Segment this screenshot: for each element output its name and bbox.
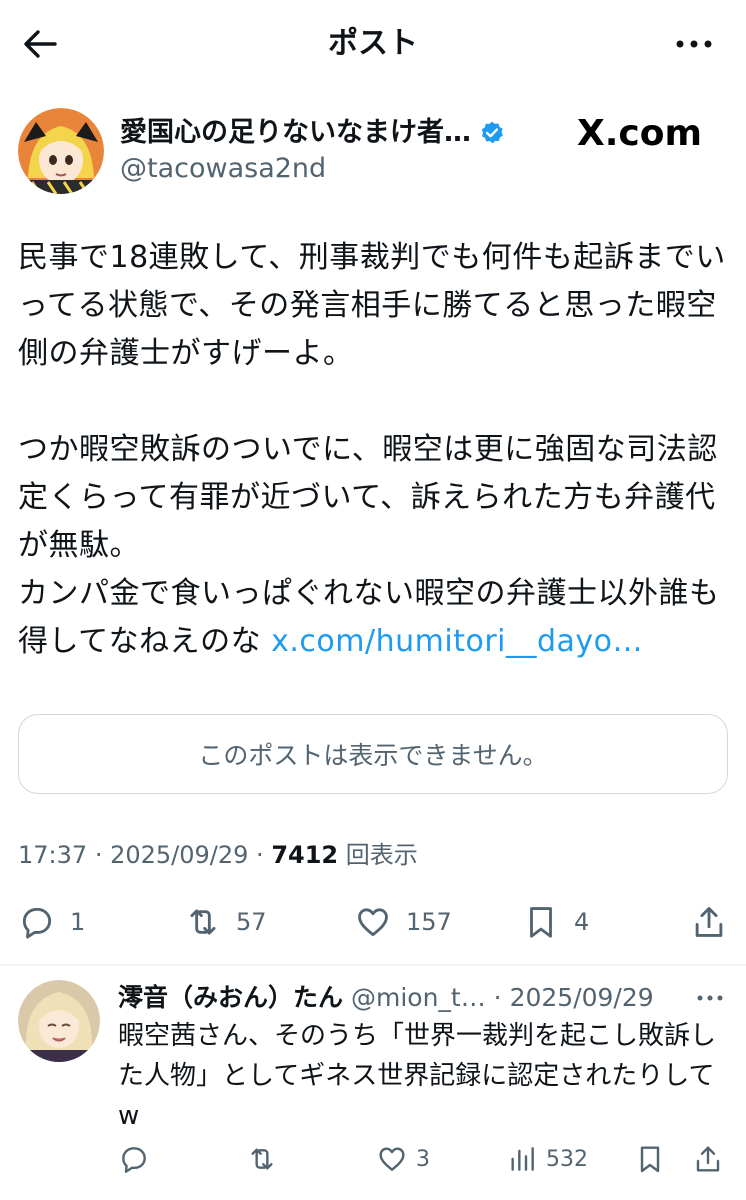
- reply-icon: [22, 907, 52, 939]
- reply-reply-button[interactable]: [118, 1136, 158, 1182]
- tweet-date[interactable]: 2025/09/29: [110, 841, 248, 869]
- tweet-text: 民事で18連敗して、刑事裁判でも何件も起訴までいってる状態で、その発言相手に勝て…: [18, 234, 730, 666]
- tweet-paragraph: つか暇空敗訴のついでに、暇空は更に強固な司法認定くらって有罪が近づいて、訴えられ…: [18, 426, 730, 666]
- reply-like-button[interactable]: 3: [376, 1136, 430, 1182]
- reply-views-button[interactable]: 532: [506, 1136, 588, 1182]
- analytics-icon: [511, 1147, 534, 1171]
- repost-button[interactable]: 57: [184, 894, 267, 950]
- reply-text: 暇空茜さん、そのうち「世界一裁判を起こし敗訴した人物」としてギネス世界記録に認定…: [118, 1021, 717, 1131]
- reply-icon: [122, 1147, 146, 1173]
- repost-count: 57: [236, 908, 267, 936]
- author-avatar[interactable]: [18, 108, 104, 194]
- more-horizontal-icon: [697, 995, 723, 1001]
- share-icon: [696, 1146, 720, 1172]
- reply-header: 澪音（みおん）たん @mion_t… · 2025/09/29: [118, 983, 654, 1012]
- author-display-name[interactable]: 愛国心の足りないなまけ者…: [120, 116, 471, 150]
- view-count-label: 回表示: [345, 841, 418, 869]
- tweet-paragraph: 民事で18連敗して、刑事裁判でも何件も起訴までいってる状態で、その発言相手に勝て…: [18, 240, 726, 371]
- divider: [0, 964, 746, 966]
- author-handle[interactable]: @tacowasa2nd: [120, 152, 326, 186]
- quote-unavailable-text: このポストは表示できません。: [198, 741, 548, 770]
- like-button[interactable]: 157: [354, 894, 452, 950]
- quote-unavailable-card: このポストは表示できません。: [18, 714, 728, 794]
- bookmark-button[interactable]: 4: [522, 894, 589, 950]
- page-title: ポスト: [328, 26, 418, 61]
- more-options-button[interactable]: [672, 30, 716, 58]
- repost-icon: [251, 1148, 273, 1170]
- reply-author-name[interactable]: 澪音（みおん）たん: [118, 983, 343, 1012]
- tweet-actions: 1 57 157 4: [0, 894, 746, 950]
- repost-icon: [190, 909, 216, 935]
- share-icon: [695, 907, 723, 937]
- reply-share-button[interactable]: [692, 1136, 724, 1182]
- share-button[interactable]: [690, 894, 728, 950]
- verified-badge-icon: [481, 121, 503, 144]
- reply-date[interactable]: 2025/09/29: [510, 983, 654, 1012]
- reply-bookmark-button[interactable]: [634, 1136, 666, 1182]
- tweet-meta: 17:37 · 2025/09/29 · 7412 回表示: [18, 841, 418, 869]
- watermark: X.com: [576, 113, 702, 154]
- reply-like-count: 3: [416, 1146, 430, 1172]
- reply-button[interactable]: 1: [18, 894, 85, 950]
- reply-repost-button[interactable]: [246, 1136, 286, 1182]
- tweet-time[interactable]: 17:37: [18, 841, 87, 869]
- tweet-link[interactable]: x.com/humitori__dayo…: [271, 624, 643, 659]
- bookmark-icon: [640, 1146, 660, 1173]
- like-count: 157: [406, 908, 452, 936]
- reply-more-button[interactable]: [694, 986, 726, 1010]
- reply-author-handle[interactable]: @mion_t…: [351, 983, 486, 1012]
- reply-view-count: 532: [546, 1146, 588, 1172]
- bookmark-count: 4: [574, 908, 590, 936]
- heart-icon: [379, 1147, 405, 1171]
- view-count: 7412: [271, 841, 339, 869]
- reply-actions: 3 532: [0, 1136, 746, 1182]
- bookmark-icon: [530, 907, 552, 938]
- reply-count: 1: [70, 908, 86, 936]
- author-name-row[interactable]: 愛国心の足りないなまけ者…: [120, 116, 505, 150]
- more-horizontal-icon: [676, 40, 712, 48]
- top-bar: ポスト: [0, 0, 746, 86]
- heart-icon: [358, 908, 388, 937]
- reply-author-avatar[interactable]: [18, 980, 100, 1062]
